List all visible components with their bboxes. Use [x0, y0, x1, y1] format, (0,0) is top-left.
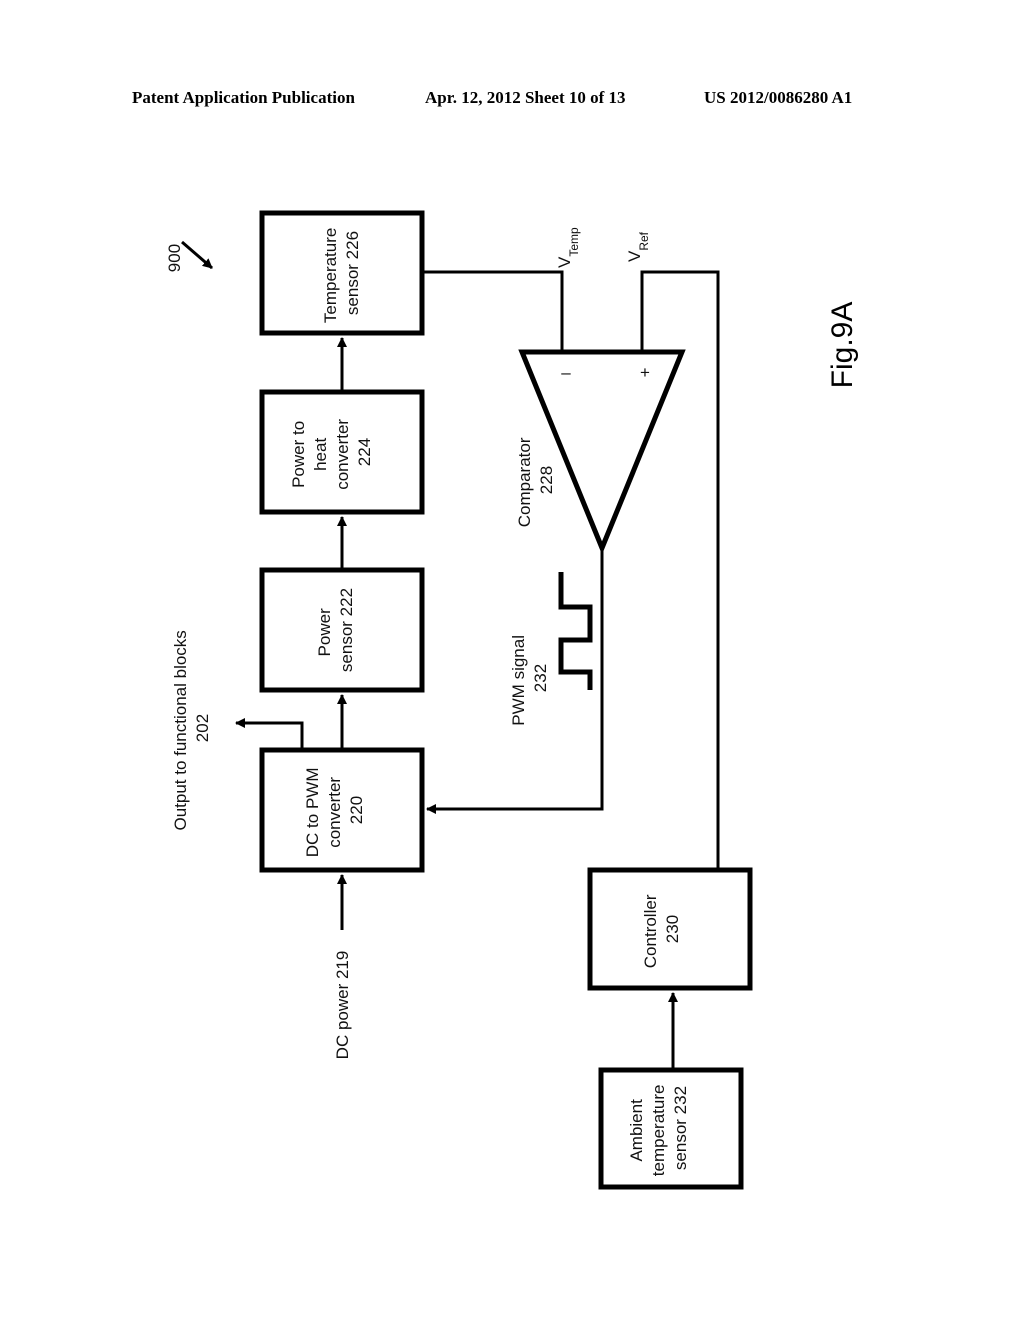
block-dc-to-pwm-converter: DC to PWM converter 220 — [259, 747, 425, 873]
block-ambient-temperature-sensor: Ambient temperature sensor 232 — [598, 1067, 744, 1190]
block-controller: Controller 230 — [587, 867, 753, 991]
block-temperature-sensor: Temperature sensor 226 — [259, 210, 425, 336]
output-arrow — [235, 718, 304, 750]
v-ref-main: V — [625, 250, 644, 262]
figure-reference: 900 — [165, 240, 213, 272]
svg-text:Output to functional blocks: Output to functional blocks 202 — [171, 625, 212, 830]
comparator-minus: – — [561, 363, 571, 382]
figure-label: Fig.9A — [826, 302, 859, 389]
comparator-plus: + — [640, 363, 650, 382]
v-temp-sub: Temp — [567, 227, 581, 257]
svg-text:VRef: VRef — [625, 231, 651, 262]
block-power-to-heat-converter: Power to heat converter 224 — [259, 389, 425, 515]
v-ref-sub: Ref — [637, 231, 651, 250]
comparator-label-line2: 228 — [537, 466, 556, 494]
pwm-label-line2: 232 — [531, 664, 550, 692]
output-label-line2: 202 — [193, 714, 212, 742]
temperature-sensor-box — [259, 210, 425, 336]
svg-text:VTemp: VTemp — [555, 227, 581, 268]
comparator: – + Comparator 228 — [515, 349, 686, 555]
reference-arrow — [181, 240, 213, 270]
svg-text:Comparator 228: Comparator 228 — [515, 433, 556, 528]
pwm-label-line1: PWM signal — [509, 635, 528, 726]
comparator-triangle — [518, 349, 686, 555]
svg-text:PWM signal 232: PWM signal 232 — [509, 630, 550, 725]
reference-number: 900 — [165, 244, 184, 272]
comparator-label-line1: Comparator — [515, 437, 534, 527]
block-power-sensor: Power sensor 222 — [259, 567, 425, 693]
temperature-sensor-line1: Temperature — [321, 228, 340, 323]
dc-power-label: DC power 219 — [333, 951, 352, 1060]
v-temp-wire — [422, 270, 564, 352]
pwm-waveform-icon — [558, 572, 593, 690]
temperature-sensor-line2: sensor 226 — [343, 231, 362, 315]
v-temp-main: V — [555, 256, 574, 268]
output-label-line1: Output to functional blocks — [171, 630, 190, 830]
block-diagram: 900 Temperature sensor 226 Power to heat… — [165, 210, 859, 1190]
